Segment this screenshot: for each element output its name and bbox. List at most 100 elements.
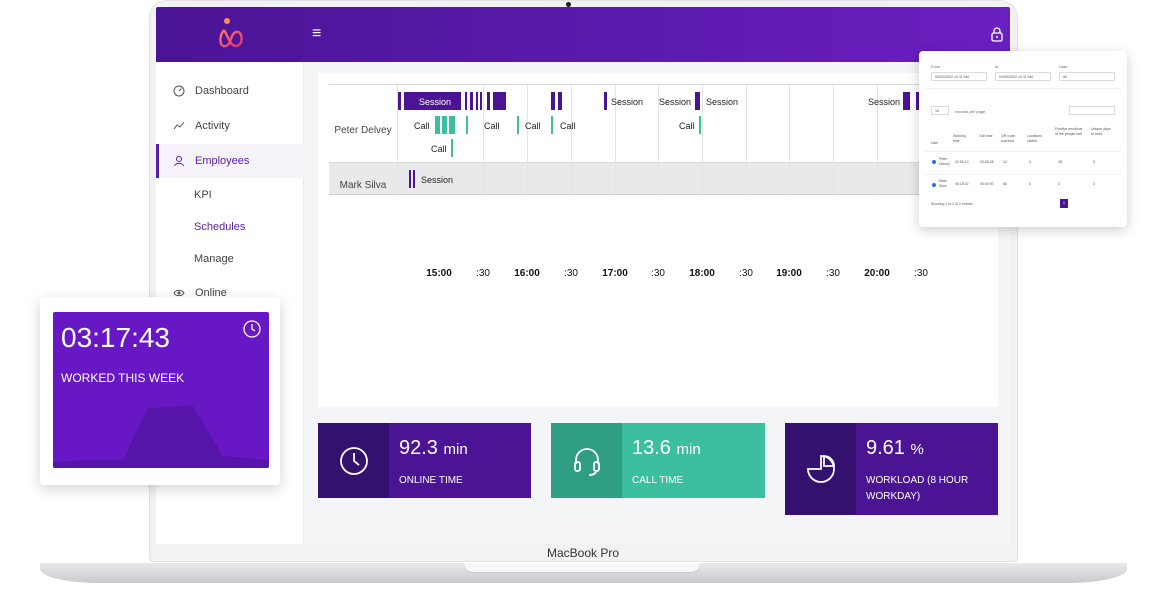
call-bar[interactable] bbox=[451, 139, 453, 157]
grid-line bbox=[527, 85, 528, 195]
sidebar-sub-manage[interactable]: Manage bbox=[194, 253, 234, 265]
session-bar[interactable] bbox=[470, 92, 473, 110]
session-bar[interactable] bbox=[409, 170, 411, 188]
table-cell: 0 bbox=[1029, 182, 1031, 186]
clock-icon bbox=[318, 423, 389, 498]
pie-icon bbox=[785, 423, 856, 515]
time-tick: :30 bbox=[914, 268, 928, 279]
employee-name: Peter Delvey bbox=[334, 125, 392, 136]
session-label: Session bbox=[706, 97, 739, 107]
sidebar-sub-schedules[interactable]: Schedules bbox=[194, 221, 245, 233]
time-tick: :30 bbox=[739, 268, 753, 279]
call-bar[interactable] bbox=[551, 116, 553, 134]
session-label: Session bbox=[868, 97, 901, 107]
session-label: Session bbox=[421, 175, 454, 185]
sidebar-item-label: Employees bbox=[195, 155, 250, 167]
sidebar-item-dashboard[interactable]: Dashboard bbox=[156, 74, 304, 108]
call-bar[interactable] bbox=[517, 116, 519, 134]
time-tick: :30 bbox=[826, 268, 840, 279]
column-header[interactable]: Unique days of work bbox=[1091, 127, 1113, 136]
divider bbox=[925, 151, 1121, 152]
logo-icon[interactable] bbox=[216, 16, 246, 52]
sidebar-item-employees[interactable]: Employees bbox=[156, 144, 304, 178]
trend-icon bbox=[173, 120, 187, 132]
session-bar[interactable] bbox=[398, 92, 401, 110]
to-date-input[interactable]: 04/09/2022 10:11 AM bbox=[995, 72, 1051, 81]
call-label: Call bbox=[560, 121, 576, 131]
top-bar: ≡ bbox=[156, 7, 1010, 62]
workload-card[interactable]: 9.61 % WORKLOAD (8 HOUR WORKDAY) bbox=[785, 423, 998, 515]
call-bar[interactable] bbox=[435, 116, 440, 134]
area-sparkline bbox=[53, 406, 269, 468]
session-bar[interactable] bbox=[480, 92, 482, 110]
call-label: Call bbox=[525, 121, 541, 131]
session-bar[interactable] bbox=[604, 92, 607, 110]
call-bar[interactable] bbox=[442, 116, 447, 134]
time-tick: :30 bbox=[564, 268, 578, 279]
to-label: to bbox=[995, 64, 999, 69]
session-bar[interactable] bbox=[551, 92, 555, 110]
session-bar[interactable] bbox=[903, 92, 910, 110]
stat-unit: min bbox=[676, 441, 701, 458]
stat-number: 92.3 bbox=[399, 437, 438, 459]
page-size-select[interactable]: 10 bbox=[931, 106, 949, 115]
table-cell: 5 bbox=[1093, 160, 1095, 164]
call-bar[interactable] bbox=[466, 116, 468, 134]
stat-value: 9.61 % bbox=[866, 437, 986, 461]
session-bar[interactable] bbox=[476, 92, 478, 110]
pagination-page-1[interactable]: 1 bbox=[1060, 199, 1068, 208]
grid-line bbox=[702, 85, 703, 195]
online-time-card[interactable]: 92.3 min ONLINE TIME bbox=[318, 423, 531, 498]
grid-line bbox=[746, 85, 747, 195]
stat-unit: % bbox=[910, 441, 924, 458]
call-time-card[interactable]: 13.6 min CALL TIME bbox=[551, 423, 765, 498]
table-cell: 00:06:28 bbox=[980, 160, 994, 164]
stat-unit: min bbox=[443, 441, 468, 458]
column-header[interactable]: Call time bbox=[979, 134, 993, 139]
table-cell: 00:18:32 bbox=[955, 182, 969, 186]
headset-icon bbox=[551, 423, 622, 498]
column-header[interactable]: QR code scanned bbox=[1001, 134, 1021, 143]
table-cell: Mark Silva bbox=[939, 179, 947, 188]
table-footer: Showing 1 to 2 of 2 entries bbox=[931, 202, 973, 206]
session-label: Session bbox=[419, 97, 452, 107]
stat-label: CALL TIME bbox=[632, 475, 684, 486]
column-header[interactable]: Working time bbox=[953, 134, 973, 143]
time-tick: 19:00 bbox=[776, 268, 802, 279]
session-label: Session bbox=[611, 97, 644, 107]
gauge-icon bbox=[173, 85, 187, 97]
lock-icon[interactable] bbox=[989, 26, 1005, 42]
menu-icon[interactable]: ≡ bbox=[312, 26, 321, 42]
stat-value: 13.6 min bbox=[632, 437, 701, 461]
column-header[interactable]: User bbox=[931, 141, 941, 146]
time-tick: :30 bbox=[476, 268, 490, 279]
time-tick: 20:00 bbox=[864, 268, 890, 279]
row-dot bbox=[932, 183, 936, 187]
brand-label: MacBook Pro bbox=[546, 546, 620, 560]
sidebar-item-label: Dashboard bbox=[195, 85, 249, 97]
divider bbox=[925, 174, 1121, 175]
worked-this-week-card[interactable]: 03:17:43 WORKED THIS WEEK bbox=[40, 297, 280, 485]
session-bar[interactable] bbox=[413, 170, 415, 188]
search-input[interactable] bbox=[1069, 106, 1115, 115]
call-bar[interactable] bbox=[449, 116, 455, 134]
grid-line bbox=[789, 85, 790, 195]
column-header[interactable]: Positive emotions of the people met bbox=[1055, 127, 1083, 136]
divider bbox=[925, 88, 1121, 89]
row-dot bbox=[932, 160, 936, 164]
session-bar[interactable] bbox=[558, 92, 562, 110]
session-bar[interactable] bbox=[465, 92, 467, 110]
table-cell: 3 bbox=[1093, 182, 1095, 186]
session-bar[interactable] bbox=[695, 92, 700, 110]
user-select[interactable]: All bbox=[1059, 72, 1115, 81]
call-bar[interactable] bbox=[699, 116, 701, 134]
sidebar-item-activity[interactable]: Activity bbox=[156, 109, 304, 143]
clock-icon bbox=[243, 320, 261, 338]
sidebar-sub-kpi[interactable]: KPI bbox=[194, 189, 212, 201]
table-cell: Peter Delvey bbox=[939, 157, 950, 166]
session-bar[interactable] bbox=[493, 92, 506, 110]
from-date-input[interactable]: 04/02/2022 10:11 AM bbox=[931, 72, 987, 81]
column-header[interactable]: Locations visited bbox=[1027, 134, 1049, 143]
session-bar[interactable] bbox=[487, 92, 490, 110]
stat-label: WORKLOAD (8 HOUR WORKDAY) bbox=[866, 475, 969, 502]
